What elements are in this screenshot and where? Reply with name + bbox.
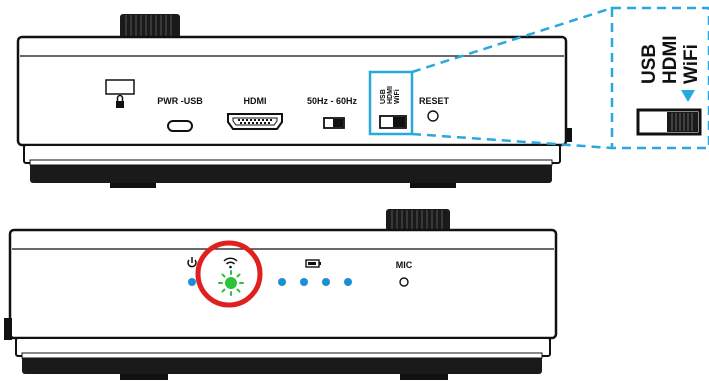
mode-hdmi-label: HDMI	[387, 86, 394, 104]
battery-led-4	[344, 278, 352, 286]
freq-label: 50Hz - 60Hz	[307, 96, 358, 106]
mic-hole	[399, 277, 409, 287]
top-body	[16, 35, 568, 147]
bottom-knob	[386, 209, 450, 231]
mode-usb-label: USB	[380, 89, 387, 104]
callout-zoom: USB HDMI WiFi	[610, 6, 709, 150]
freq-switch	[323, 117, 345, 129]
wifi-led	[218, 270, 244, 296]
hdmi-port	[227, 113, 283, 130]
pwr-usb-label: PWR -USB	[157, 96, 203, 106]
usb-c-port	[167, 120, 193, 132]
top-knob	[120, 14, 180, 38]
mode-wifi-label: WiFi	[394, 89, 401, 104]
callout-hdmi-label: HDMI	[660, 35, 681, 84]
mode-switch	[379, 115, 407, 129]
reset-label: RESET	[419, 96, 450, 106]
reset-hole	[427, 110, 439, 122]
hdmi-label: HDMI	[244, 96, 267, 106]
callout-wifi-label: WiFi	[681, 44, 702, 84]
top-device: PWR -USB HDMI 50Hz - 60Hz USB HDMI WiFi …	[16, 14, 572, 188]
mic-label: MIC	[396, 260, 413, 270]
power-led	[188, 278, 196, 286]
device-diagram: PWR -USB HDMI 50Hz - 60Hz USB HDMI WiFi …	[4, 6, 709, 380]
battery-led-1	[278, 278, 286, 286]
battery-led-3	[322, 278, 330, 286]
callout-switch	[636, 108, 702, 136]
battery-led-2	[300, 278, 308, 286]
callout-usb-label: USB	[639, 44, 660, 84]
bottom-device: MIC	[4, 209, 558, 380]
